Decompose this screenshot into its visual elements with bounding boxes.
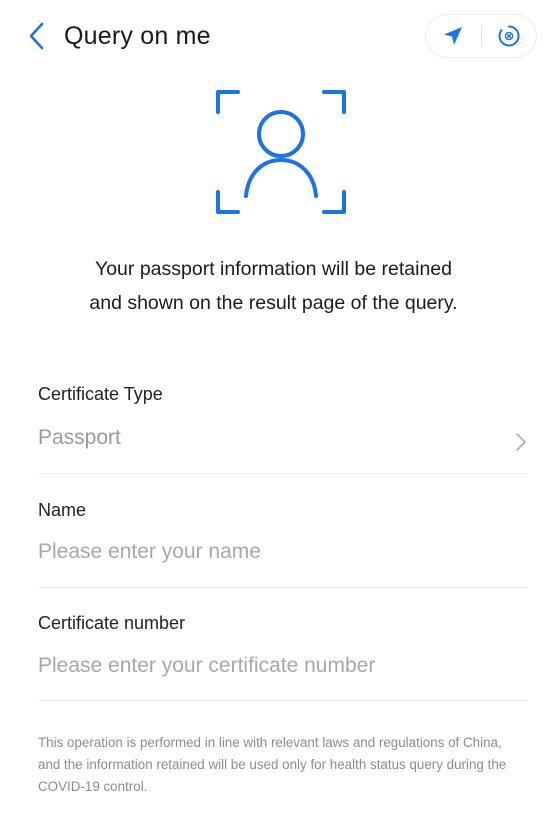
close-button[interactable] xyxy=(482,15,537,57)
name-input[interactable] xyxy=(38,536,508,568)
location-arrow-icon xyxy=(444,27,463,45)
face-scan-icon xyxy=(216,90,346,214)
page-title: Query on me xyxy=(64,22,211,50)
notice-text: Your passport information will be retain… xyxy=(20,252,527,320)
divider xyxy=(38,700,527,701)
back-button[interactable] xyxy=(22,18,50,54)
certificate-type-label: Certificate Type xyxy=(38,384,163,404)
page: Query on me Your passport information wi… xyxy=(0,0,547,816)
notice-line-1: Your passport information will be retain… xyxy=(95,258,452,280)
header-bar: Query on me xyxy=(0,0,547,70)
disclaimer-text: This operation is performed in line with… xyxy=(38,735,507,794)
divider xyxy=(38,587,527,588)
name-label: Name xyxy=(38,500,87,520)
certificate-number-label: Certificate number xyxy=(38,613,186,633)
certificate-type-select[interactable]: Passport xyxy=(38,422,527,462)
mini-program-capsule xyxy=(425,14,537,58)
chevron-right-icon xyxy=(516,433,526,451)
notice-line-2: and shown on the result page of the quer… xyxy=(89,292,458,314)
chevron-left-icon xyxy=(29,22,44,50)
divider xyxy=(38,473,527,474)
location-button[interactable] xyxy=(426,15,481,57)
close-circle-icon xyxy=(498,25,520,47)
certificate-type-value: Passport xyxy=(38,426,121,449)
certificate-number-input[interactable] xyxy=(38,650,508,682)
